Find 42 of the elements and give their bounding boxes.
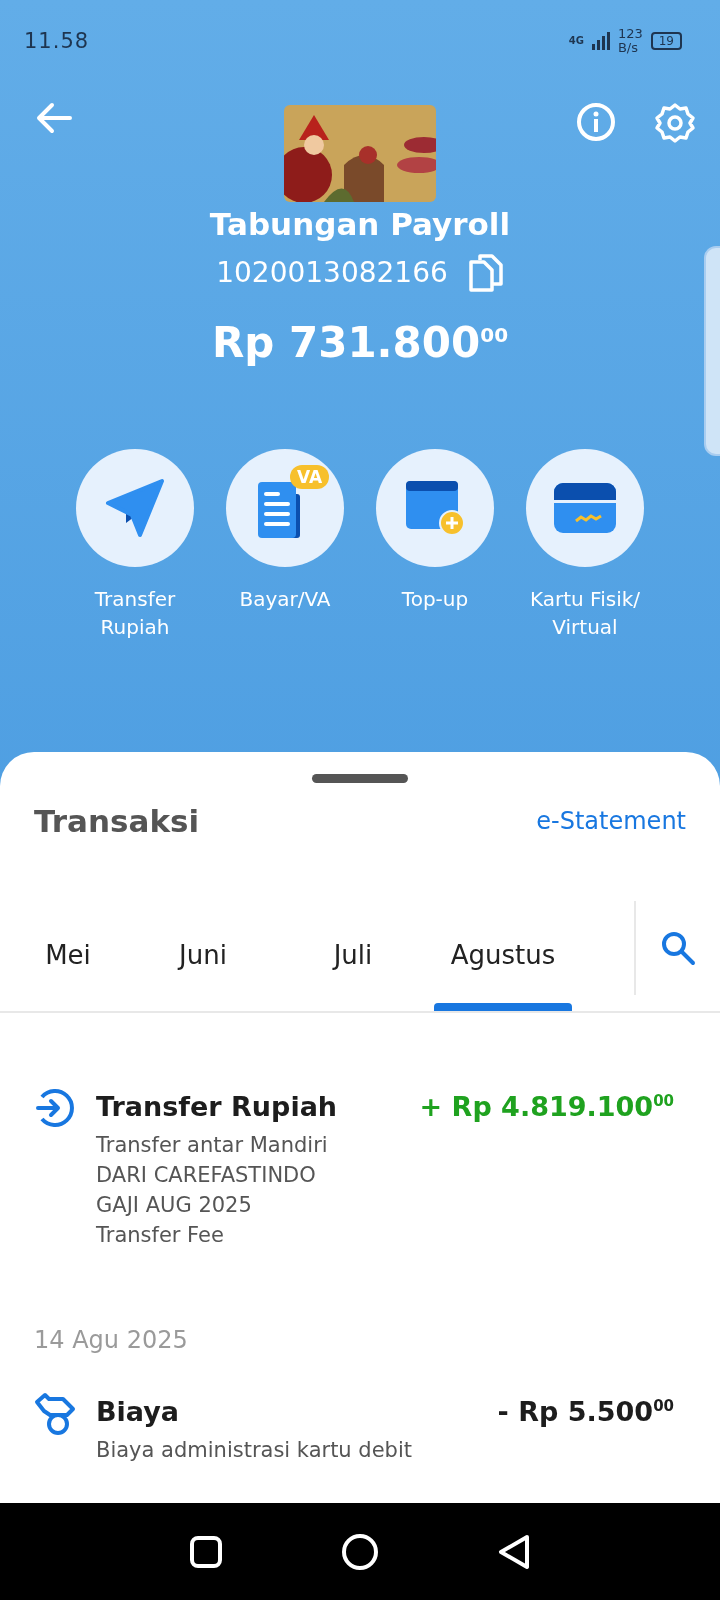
drag-handle[interactable] [312, 774, 408, 783]
action-button[interactable]: Kartu Fisik/ Virtual [510, 449, 660, 641]
home-button[interactable] [341, 1532, 379, 1571]
hand-coin-icon [34, 1392, 76, 1436]
network-type: 4G [568, 36, 584, 46]
transaction-detail: Transfer antar Mandiri [96, 1132, 329, 1159]
network-speed: 123 B/s [617, 27, 643, 55]
card-icon [552, 481, 618, 535]
va-badge: VA [290, 465, 330, 489]
transaction-amount: - Rp 5.500$^{00}$ [497, 1396, 674, 1427]
incoming-transfer-icon [34, 1087, 76, 1129]
search-icon [660, 930, 696, 966]
month-tab[interactable]: Agustus [428, 901, 578, 1009]
action-button[interactable]: VA Bayar/VA [210, 449, 360, 641]
balance: Rp 731.800$^{00}$ [211, 318, 509, 367]
account-number: 1020013082166 [216, 255, 448, 289]
e-statement-link[interactable]: e-Statement [536, 807, 686, 835]
month-tab[interactable]: Juni [128, 901, 278, 1009]
transaction-detail: GAJI AUG 2025 [96, 1192, 253, 1219]
transaction-detail: DARI CAREFASTINDO [96, 1162, 317, 1189]
month-tab[interactable]: Mei [8, 901, 128, 1009]
transaction-amount: + Rp 4.819.100$^{00}$ [419, 1091, 674, 1122]
month-tab[interactable]: Juli [278, 901, 428, 1009]
battery-level: 19 [650, 32, 682, 50]
copy-button[interactable] [467, 252, 504, 292]
recents-button[interactable] [189, 1534, 223, 1569]
transaction-title: Biaya [96, 1396, 181, 1427]
settings-button[interactable] [654, 102, 696, 144]
transaction-detail: Transfer Fee [96, 1222, 225, 1249]
section-title: Transaksi [34, 803, 200, 839]
account-name: Tabungan Payroll [209, 206, 511, 242]
date-header: 14 Agu 2025 [34, 1326, 189, 1354]
transaction-detail: Biaya administrasi kartu debit [96, 1437, 413, 1464]
action-button[interactable]: Transfer Rupiah [60, 449, 210, 641]
paper-plane-icon [104, 477, 166, 539]
back-nav-button[interactable] [497, 1532, 531, 1571]
info-button[interactable] [576, 102, 616, 144]
back-button[interactable] [36, 102, 72, 134]
status-time: 11.58 [24, 29, 90, 53]
transaction-title: Transfer Rupiah [96, 1091, 339, 1122]
signal-icon [591, 32, 610, 50]
action-button[interactable]: Top-up [360, 449, 510, 641]
